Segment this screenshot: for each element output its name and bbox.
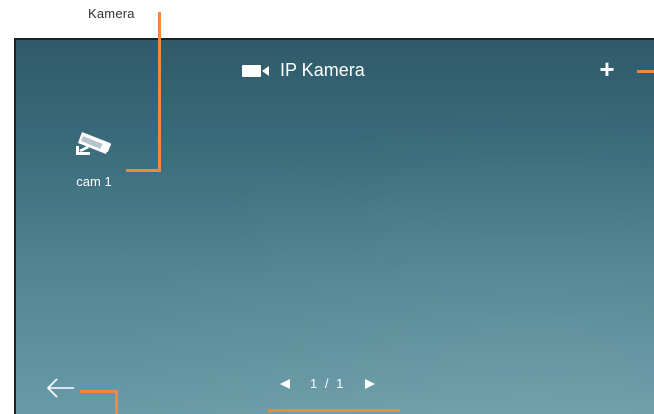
page-title: IP Kamera <box>280 60 365 80</box>
callout-line-add <box>637 70 654 73</box>
header: IP Kamera + <box>16 56 654 90</box>
camera-tile-cam-1[interactable]: cam 1 <box>64 128 124 189</box>
callout-line-back-vertical <box>115 390 118 414</box>
triangle-left-icon[interactable] <box>278 377 292 391</box>
device-screen: IP Kamera + cam 1 1 / 1 <box>14 38 654 414</box>
pagination: 1 / 1 <box>278 376 377 391</box>
camera-label: cam 1 <box>76 174 112 189</box>
add-camera-button[interactable]: + <box>594 56 620 82</box>
callout-line-camera-vertical <box>158 12 161 172</box>
page-indicator: 1 / 1 <box>310 376 346 391</box>
title-group: IP Kamera <box>242 60 365 81</box>
back-arrow-icon[interactable] <box>44 376 76 400</box>
security-camera-icon <box>76 132 112 155</box>
page: Kamera IP Kamera + cam 1 1 / 1 <box>0 0 654 414</box>
callout-caption-kamera: Kamera <box>88 6 135 21</box>
triangle-right-icon[interactable] <box>363 377 377 391</box>
callout-line-camera-horizontal <box>126 169 161 172</box>
callout-line-pager <box>268 409 400 412</box>
callout-line-back-horizontal <box>80 390 118 393</box>
video-camera-icon <box>242 64 269 77</box>
